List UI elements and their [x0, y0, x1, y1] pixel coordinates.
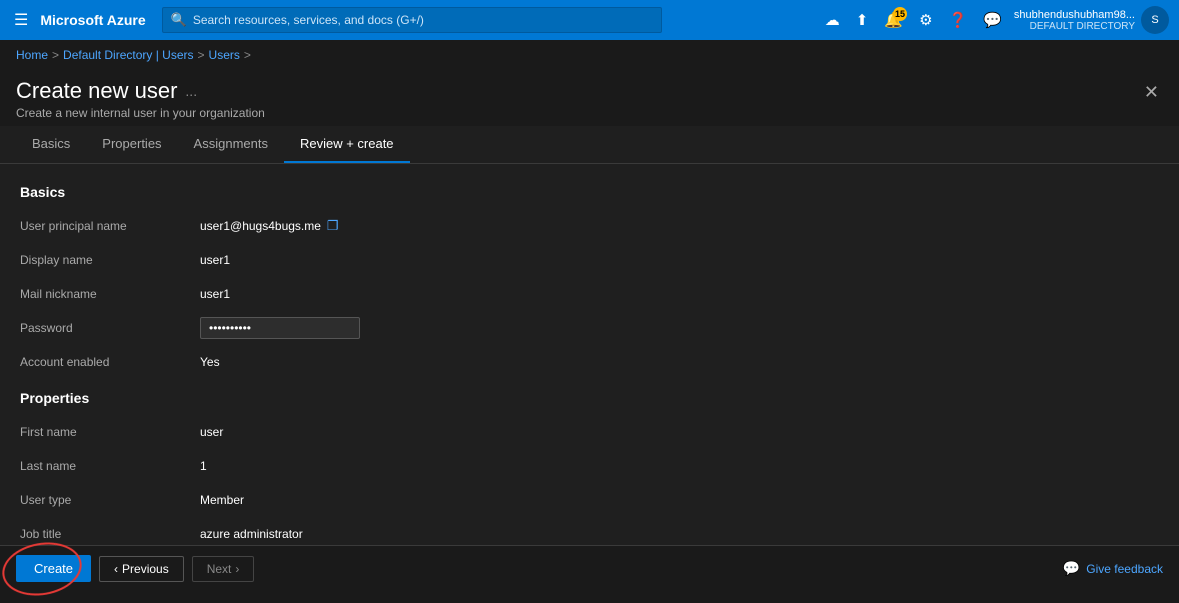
next-label: Next: [207, 562, 232, 576]
label-user-principal-name: User principal name: [20, 219, 200, 233]
upn-value: user1@hugs4bugs.me: [200, 219, 321, 233]
previous-button[interactable]: ‹ Previous: [99, 556, 184, 582]
properties-section-title: Properties: [20, 390, 1159, 406]
label-display-name: Display name: [20, 253, 200, 267]
page-title: Create new user: [16, 78, 177, 104]
label-job-title: Job title: [20, 527, 200, 541]
topbar: ☰ Microsoft Azure 🔍 ☁ ⬆ 🔔 15 ⚙ ❓ 💬 shubh…: [0, 0, 1179, 40]
basics-section-title: Basics: [20, 184, 1159, 200]
help-icon[interactable]: ❓: [945, 7, 972, 33]
notification-badge: 15: [893, 7, 907, 21]
value-job-title: azure administrator: [200, 527, 303, 541]
avatar-initials: S: [1151, 14, 1158, 26]
value-account-enabled: Yes: [200, 355, 220, 369]
create-button[interactable]: Create: [16, 555, 91, 582]
previous-arrow-icon: ‹: [114, 562, 118, 576]
tab-bar: Basics Properties Assignments Review + c…: [0, 126, 1179, 164]
label-account-enabled: Account enabled: [20, 355, 200, 369]
user-info: shubhendushubham98... DEFAULT DIRECTORY: [1014, 9, 1135, 32]
value-user-principal-name: user1@hugs4bugs.me ❐: [200, 218, 339, 234]
upload-icon[interactable]: ⬆: [852, 7, 873, 33]
field-user-type: User type Member: [20, 488, 1159, 512]
settings-icon[interactable]: ⚙: [915, 7, 936, 33]
main-content: Basics User principal name user1@hugs4bu…: [0, 164, 1179, 545]
field-display-name: Display name user1: [20, 248, 1159, 272]
breadcrumb-users[interactable]: Users: [209, 48, 240, 62]
value-first-name: user: [200, 425, 223, 439]
search-input[interactable]: [193, 13, 653, 27]
topbar-icons: ☁ ⬆ 🔔 15 ⚙ ❓ 💬 shubhendushubham98... DEF…: [821, 6, 1169, 34]
next-arrow-icon: ›: [235, 562, 239, 576]
value-last-name: 1: [200, 459, 207, 473]
value-user-type: Member: [200, 493, 244, 507]
hamburger-menu-icon[interactable]: ☰: [10, 6, 32, 34]
value-mail-nickname: user1: [200, 287, 230, 301]
feedback-topbar-icon[interactable]: 💬: [979, 7, 1006, 33]
feedback-label: Give feedback: [1086, 562, 1163, 576]
page-subtitle: Create a new internal user in your organ…: [16, 106, 265, 120]
avatar[interactable]: S: [1141, 6, 1169, 34]
field-last-name: Last name 1: [20, 454, 1159, 478]
more-options-button[interactable]: ...: [185, 83, 197, 99]
bottom-bar: Create ‹ Previous Next › 💬 Give feedback: [0, 545, 1179, 591]
label-password: Password: [20, 321, 200, 335]
label-last-name: Last name: [20, 459, 200, 473]
user-name: shubhendushubham98...: [1014, 9, 1135, 21]
copy-icon[interactable]: ❐: [327, 218, 339, 234]
breadcrumb-sep-3: >: [244, 48, 251, 62]
close-button[interactable]: ✕: [1140, 78, 1163, 107]
breadcrumb-directory[interactable]: Default Directory | Users: [63, 48, 193, 62]
breadcrumb: Home > Default Directory | Users > Users…: [0, 40, 1179, 70]
page-header: Create new user ... Create a new interna…: [0, 70, 1179, 126]
value-display-name: user1: [200, 253, 230, 267]
field-account-enabled: Account enabled Yes: [20, 350, 1159, 374]
password-field[interactable]: [200, 317, 360, 339]
label-first-name: First name: [20, 425, 200, 439]
field-user-principal-name: User principal name user1@hugs4bugs.me ❐: [20, 214, 1159, 238]
field-first-name: First name user: [20, 420, 1159, 444]
azure-logo: Microsoft Azure: [40, 12, 145, 28]
tab-review-create[interactable]: Review + create: [284, 126, 410, 163]
search-bar[interactable]: 🔍: [162, 7, 662, 33]
notifications-icon[interactable]: 🔔 15: [880, 7, 907, 33]
breadcrumb-sep-1: >: [52, 48, 59, 62]
previous-label: Previous: [122, 562, 169, 576]
tab-properties[interactable]: Properties: [86, 126, 177, 163]
breadcrumb-home[interactable]: Home: [16, 48, 48, 62]
tab-basics[interactable]: Basics: [16, 126, 86, 163]
user-directory: DEFAULT DIRECTORY: [1014, 21, 1135, 32]
cloud-shell-icon[interactable]: ☁: [821, 7, 844, 33]
feedback-icon: 💬: [1063, 560, 1080, 577]
label-user-type: User type: [20, 493, 200, 507]
label-mail-nickname: Mail nickname: [20, 287, 200, 301]
value-password: [200, 317, 360, 339]
breadcrumb-sep-2: >: [198, 48, 205, 62]
field-password: Password: [20, 316, 1159, 340]
feedback-button[interactable]: 💬 Give feedback: [1063, 560, 1163, 577]
next-button[interactable]: Next ›: [192, 556, 255, 582]
user-menu[interactable]: shubhendushubham98... DEFAULT DIRECTORY …: [1014, 6, 1169, 34]
create-wrapper: Create: [16, 555, 91, 582]
field-mail-nickname: Mail nickname user1: [20, 282, 1159, 306]
search-icon: 🔍: [171, 12, 187, 28]
field-job-title: Job title azure administrator: [20, 522, 1159, 545]
tab-assignments[interactable]: Assignments: [178, 126, 284, 163]
